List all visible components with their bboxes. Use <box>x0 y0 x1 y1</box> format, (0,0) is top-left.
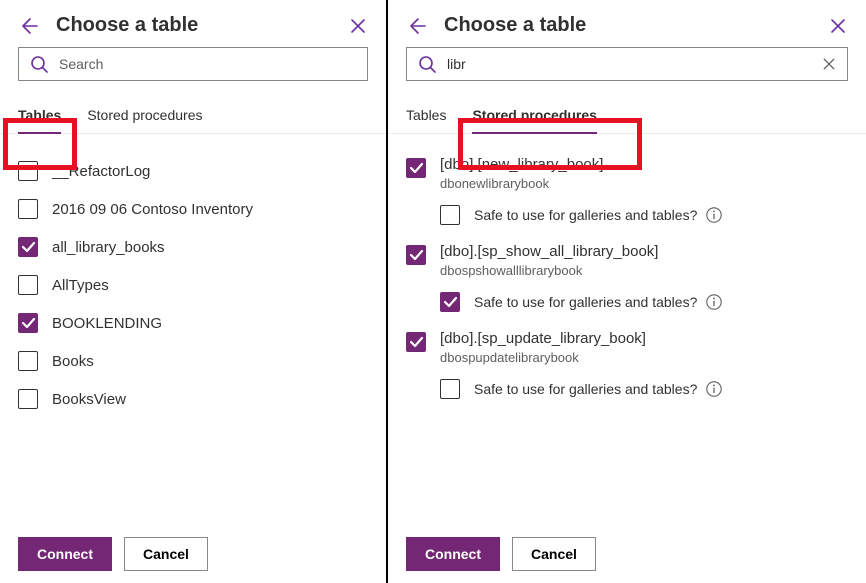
checkbox[interactable] <box>18 389 38 409</box>
checkbox[interactable] <box>18 275 38 295</box>
table-list: __RefactorLog 2016 09 06 Contoso Invento… <box>0 134 386 524</box>
search-icon <box>29 54 49 74</box>
connect-button[interactable]: Connect <box>406 537 500 571</box>
table-label: __RefactorLog <box>52 163 150 180</box>
procedure-row[interactable]: [dbo].[sp_update_library_book] dbospupda… <box>406 330 848 365</box>
search-icon <box>417 54 437 74</box>
procedure-item: [dbo].[sp_update_library_book] dbospupda… <box>406 326 848 413</box>
search-box <box>406 47 848 81</box>
panel-tables: Choose a table Tables Stored procedures … <box>0 0 386 583</box>
checkbox[interactable] <box>18 237 38 257</box>
close-icon[interactable] <box>828 16 848 36</box>
checkbox[interactable] <box>18 313 38 333</box>
table-label: 2016 09 06 Contoso Inventory <box>52 201 253 218</box>
footer: Connect Cancel <box>0 524 386 583</box>
table-row[interactable]: __RefactorLog <box>18 152 378 190</box>
close-icon[interactable] <box>348 16 368 36</box>
procedure-item: [dbo].[sp_show_all_library_book] dbospsh… <box>406 239 848 326</box>
back-icon[interactable] <box>406 15 428 37</box>
checkbox[interactable] <box>440 379 460 399</box>
safe-option[interactable]: Safe to use for galleries and tables? <box>406 292 848 312</box>
header: Choose a table <box>388 0 866 47</box>
info-icon[interactable] <box>705 293 723 311</box>
header-title: Choose a table <box>56 14 348 37</box>
table-row[interactable]: Books <box>18 342 378 380</box>
search-input[interactable] <box>59 56 357 72</box>
panel-stored-procedures: Choose a table Tables Stored procedures … <box>388 0 866 583</box>
search-input[interactable] <box>447 56 821 72</box>
header-title: Choose a table <box>444 14 828 37</box>
table-row[interactable]: BOOKLENDING <box>18 304 378 342</box>
checkbox[interactable] <box>18 161 38 181</box>
safe-option[interactable]: Safe to use for galleries and tables? <box>406 379 848 399</box>
table-label: BOOKLENDING <box>52 315 162 332</box>
footer: Connect Cancel <box>388 524 866 583</box>
tabs: Tables Stored procedures <box>0 97 386 134</box>
cancel-button[interactable]: Cancel <box>124 537 208 571</box>
tab-tables[interactable]: Tables <box>18 97 61 133</box>
connect-button[interactable]: Connect <box>18 537 112 571</box>
tabs: Tables Stored procedures <box>388 97 866 134</box>
procedure-title: [dbo].[sp_show_all_library_book] <box>440 243 658 261</box>
checkbox[interactable] <box>440 205 460 225</box>
checkbox[interactable] <box>406 332 426 352</box>
table-label: Books <box>52 353 94 370</box>
table-row[interactable]: AllTypes <box>18 266 378 304</box>
table-row[interactable]: all_library_books <box>18 228 378 266</box>
table-row[interactable]: BooksView <box>18 380 378 418</box>
procedure-list: [dbo].[new_library_book] dbonewlibrarybo… <box>388 134 866 524</box>
safe-label: Safe to use for galleries and tables? <box>474 207 697 223</box>
tab-stored-procedures[interactable]: Stored procedures <box>87 97 202 133</box>
clear-search-icon[interactable] <box>821 56 837 72</box>
checkbox[interactable] <box>18 351 38 371</box>
procedure-title: [dbo].[sp_update_library_book] <box>440 330 646 348</box>
procedure-row[interactable]: [dbo].[sp_show_all_library_book] dbospsh… <box>406 243 848 278</box>
table-label: all_library_books <box>52 239 165 256</box>
procedure-subtitle: dbonewlibrarybook <box>440 176 603 191</box>
procedure-subtitle: dbospshowalllibrarybook <box>440 263 658 278</box>
checkbox[interactable] <box>406 245 426 265</box>
procedure-title: [dbo].[new_library_book] <box>440 156 603 174</box>
info-icon[interactable] <box>705 206 723 224</box>
procedure-subtitle: dbospupdatelibrarybook <box>440 350 646 365</box>
header: Choose a table <box>0 0 386 47</box>
safe-option[interactable]: Safe to use for galleries and tables? <box>406 205 848 225</box>
tab-stored-procedures[interactable]: Stored procedures <box>472 97 596 133</box>
safe-label: Safe to use for galleries and tables? <box>474 294 697 310</box>
table-label: BooksView <box>52 391 126 408</box>
procedure-row[interactable]: [dbo].[new_library_book] dbonewlibrarybo… <box>406 156 848 191</box>
back-icon[interactable] <box>18 15 40 37</box>
checkbox[interactable] <box>18 199 38 219</box>
safe-label: Safe to use for galleries and tables? <box>474 381 697 397</box>
table-label: AllTypes <box>52 277 109 294</box>
info-icon[interactable] <box>705 380 723 398</box>
procedure-item: [dbo].[new_library_book] dbonewlibrarybo… <box>406 152 848 239</box>
search-box <box>18 47 368 81</box>
tab-tables[interactable]: Tables <box>406 97 446 133</box>
checkbox[interactable] <box>406 158 426 178</box>
cancel-button[interactable]: Cancel <box>512 537 596 571</box>
table-row[interactable]: 2016 09 06 Contoso Inventory <box>18 190 378 228</box>
checkbox[interactable] <box>440 292 460 312</box>
